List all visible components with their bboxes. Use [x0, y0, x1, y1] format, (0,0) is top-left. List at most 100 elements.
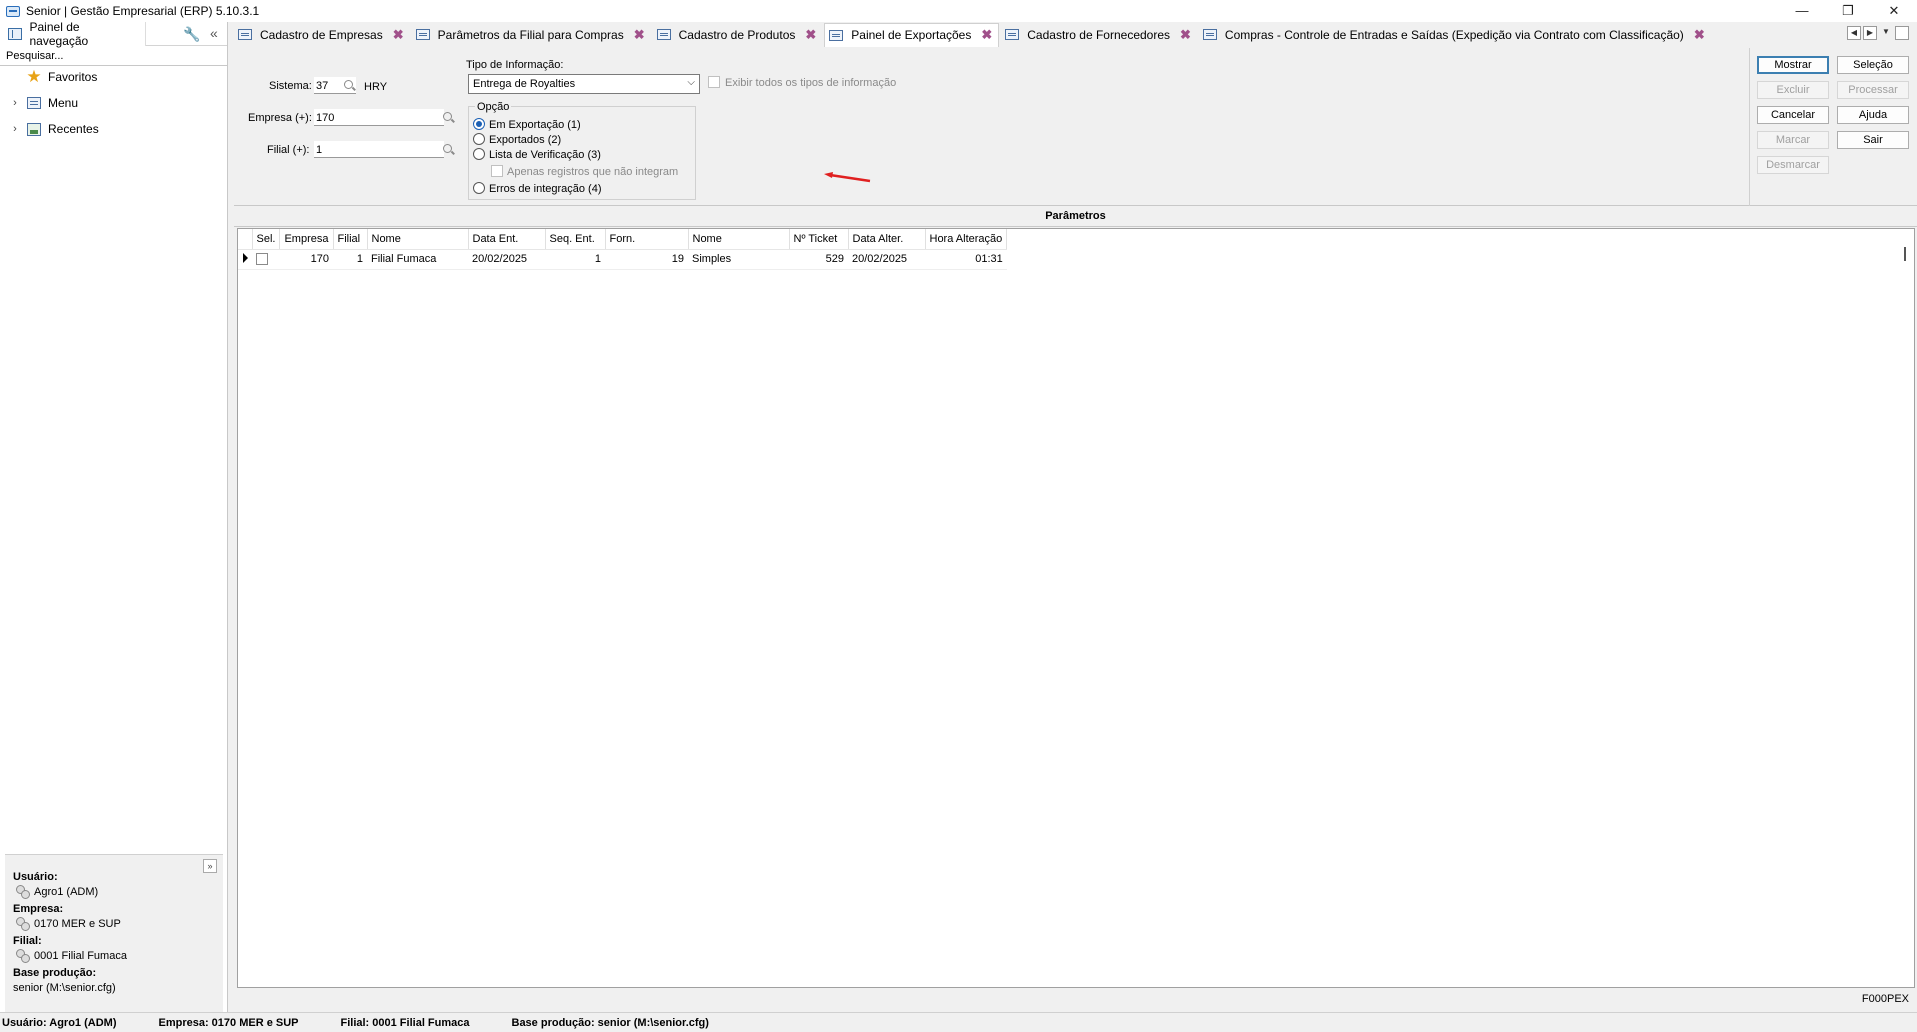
mostrar-button[interactable]: Mostrar — [1757, 56, 1829, 74]
wrench-icon[interactable]: 🔧 — [183, 26, 200, 43]
column-header[interactable]: Forn. — [605, 229, 689, 250]
close-tab-icon[interactable]: ✖ — [805, 27, 816, 43]
option-label: Exportados (2) — [489, 134, 562, 146]
close-tab-icon[interactable]: ✖ — [1694, 27, 1705, 43]
row-select-checkbox[interactable] — [256, 252, 268, 265]
empresa-value: 0170 MER e SUP — [34, 918, 121, 930]
excluir-button[interactable]: Excluir — [1757, 81, 1829, 99]
scroll-tabs-left-icon[interactable]: ◀ — [1847, 26, 1861, 40]
radio-lista-verificacao[interactable] — [473, 148, 485, 160]
column-header[interactable]: Empresa — [279, 229, 334, 250]
scroll-tabs-right-icon[interactable]: ▶ — [1863, 26, 1877, 40]
window-title: Senior | Gestão Empresarial (ERP) 5.10.3… — [26, 4, 260, 18]
gears-icon — [16, 885, 30, 899]
restore-button[interactable]: ❐ — [1825, 0, 1871, 22]
tipo-informacao-select[interactable]: Entrega de Royalties ⌵ — [468, 74, 700, 94]
opcao-group: Opção Em Exportação (1) Exportados (2) L… — [468, 101, 696, 200]
ajuda-button[interactable]: Ajuda — [1837, 106, 1909, 124]
gears-icon — [16, 949, 30, 963]
close-tab-icon[interactable]: ✖ — [393, 27, 404, 43]
apenas-registros-checkbox[interactable] — [491, 165, 503, 177]
tab-compras-controle[interactable]: Compras - Controle de Entradas e Saídas … — [1199, 23, 1711, 47]
table-row[interactable]: 170 1 Filial Fumaca 20/02/2025 1 19 Simp… — [238, 249, 1007, 270]
filial-label: Filial (+): — [267, 144, 310, 156]
column-header[interactable]: Nome — [688, 229, 790, 250]
cell-nome-forn: Simples — [688, 249, 789, 270]
column-header[interactable]: Seq. Ent. — [545, 229, 606, 250]
sistema-label: Sistema: — [269, 80, 312, 92]
cell-nome: Filial Fumaca — [367, 249, 468, 270]
marcar-button[interactable]: Marcar — [1757, 131, 1829, 149]
user-info-panel: » Usuário: Agro1 (ADM) Empresa: 0170 MER… — [5, 854, 223, 1012]
option-label: Lista de Verificação (3) — [489, 149, 601, 161]
nav-search-input[interactable]: Pesquisar... — [0, 46, 227, 66]
radio-erros-integracao[interactable] — [473, 182, 485, 194]
tipo-informacao-value: Entrega de Royalties — [473, 78, 576, 90]
option-label: Erros de integração (4) — [489, 183, 602, 195]
filial-value: 0001 Filial Fumaca — [34, 950, 127, 962]
radio-exportados[interactable] — [473, 133, 485, 145]
tab-cadastro-produtos[interactable]: Cadastro de Produtos ✖ — [653, 23, 823, 47]
annotation-arrow — [824, 172, 871, 183]
column-header[interactable]: Nome — [367, 229, 469, 250]
sair-button[interactable]: Sair — [1837, 131, 1909, 149]
desmarcar-button[interactable]: Desmarcar — [1757, 156, 1829, 174]
cell-empresa: 170 — [279, 249, 333, 270]
panel-icon — [8, 27, 22, 40]
minimize-button[interactable]: — — [1779, 0, 1825, 22]
nav-item-menu[interactable]: › Menu — [0, 88, 227, 118]
select-cell[interactable] — [252, 249, 280, 270]
column-header[interactable]: Hora Alteração — [925, 229, 1008, 250]
tab-list-dropdown-icon[interactable]: ▼ — [1879, 26, 1893, 40]
exibir-todos-checkbox[interactable] — [708, 76, 720, 88]
radio-em-exportacao[interactable] — [473, 118, 485, 130]
expand-down-icon[interactable]: » — [203, 859, 217, 873]
results-grid: Sel. Empresa Filial Nome Data Ent. Seq. … — [237, 228, 1915, 988]
close-tab-icon[interactable]: ✖ — [634, 27, 645, 43]
nav-tab-label: Painel de navegação — [29, 19, 89, 48]
search-icon[interactable] — [443, 112, 455, 124]
cell-filial: 1 — [333, 249, 367, 270]
nav-item-favoritos[interactable]: › ★ Favoritos — [0, 66, 227, 88]
filial-input[interactable] — [314, 141, 444, 158]
nav-item-label: Recentes — [48, 122, 99, 136]
search-icon[interactable] — [443, 144, 455, 156]
nav-item-label: Favoritos — [48, 70, 98, 84]
tab-cadastro-fornecedores[interactable]: Cadastro de Fornecedores ✖ — [1001, 23, 1197, 47]
search-icon[interactable] — [344, 80, 356, 92]
empresa-input[interactable] — [314, 109, 444, 126]
form-icon — [1202, 29, 1217, 40]
form-code: F000PEX — [1861, 993, 1909, 1005]
collapse-left-icon[interactable]: « — [210, 25, 218, 41]
column-header[interactable]: Filial — [333, 229, 368, 250]
tab-parametros-filial[interactable]: Parâmetros da Filial para Compras ✖ — [412, 23, 651, 47]
empresa-label: Empresa (+): — [248, 112, 312, 124]
close-tab-icon[interactable]: ✖ — [981, 27, 992, 43]
star-icon: ★ — [26, 67, 42, 86]
selecao-button[interactable]: Seleção — [1837, 56, 1909, 74]
column-header[interactable]: Sel. — [252, 229, 281, 250]
sistema-description: HRY — [364, 81, 388, 93]
nav-item-recentes[interactable]: › Recentes — [0, 118, 227, 140]
maximize-panel-icon[interactable] — [1895, 26, 1909, 40]
menu-icon — [27, 97, 41, 109]
close-window-button[interactable]: ✕ — [1871, 0, 1917, 22]
tab-painel-exportacoes[interactable]: Painel de Exportações ✖ — [824, 22, 1000, 47]
parametros-header: Parâmetros — [234, 207, 1917, 227]
column-header[interactable]: Data Ent. — [468, 229, 546, 250]
column-header[interactable]: Nº Ticket — [789, 229, 849, 250]
tab-cadastro-empresas[interactable]: Cadastro de Empresas ✖ — [234, 23, 410, 47]
filial-label: Filial: — [13, 935, 42, 947]
processar-button[interactable]: Processar — [1837, 81, 1909, 99]
document-tabs: Cadastro de Empresas ✖ Parâmetros da Fil… — [234, 22, 1917, 47]
tab-label: Parâmetros da Filial para Compras — [437, 27, 624, 42]
navigation-panel: Painel de navegação 🔧 « Pesquisar... › ★… — [0, 19, 228, 1012]
scrollbar-thumb[interactable] — [1904, 247, 1906, 261]
tab-painel-navegacao[interactable]: Painel de navegação — [0, 19, 146, 48]
cancelar-button[interactable]: Cancelar — [1757, 106, 1829, 124]
chevron-right-icon[interactable]: › — [8, 97, 22, 109]
row-indicator-header — [238, 229, 253, 250]
column-header[interactable]: Data Alter. — [848, 229, 926, 250]
chevron-right-icon[interactable]: › — [8, 123, 22, 135]
close-tab-icon[interactable]: ✖ — [1180, 27, 1191, 43]
